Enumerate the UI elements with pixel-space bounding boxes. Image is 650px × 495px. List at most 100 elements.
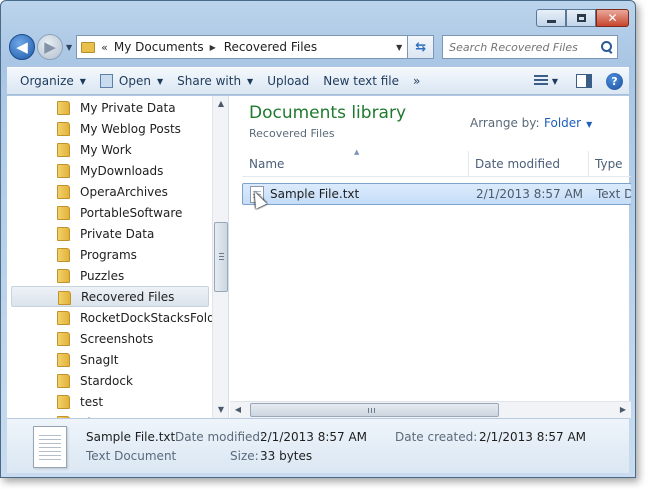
library-subtitle: Recovered Files	[249, 127, 335, 140]
tree-item-label: MyDownloads	[80, 163, 164, 178]
tree-item[interactable]: MyDownloads	[11, 160, 209, 181]
tree-item[interactable]: Stardock	[11, 370, 209, 391]
folder-icon	[57, 248, 70, 262]
close-button[interactable]: ✕	[596, 9, 629, 27]
open-button[interactable]: Open ▼	[93, 70, 170, 92]
maximize-button[interactable]	[566, 9, 596, 27]
change-view-dropdown[interactable]: ▼	[552, 77, 558, 86]
close-icon: ✕	[607, 11, 618, 25]
tree-item-label: PortableSoftware	[80, 205, 183, 220]
search-input[interactable]	[449, 40, 602, 54]
new-text-file-button[interactable]: New text file	[316, 70, 406, 92]
column-headers: ▲ Name Date modified Type	[242, 148, 631, 177]
tree-item[interactable]: Screenshots	[11, 328, 209, 349]
tree-item-label: Programs	[80, 247, 137, 262]
arrow-left-icon: ◀	[16, 38, 28, 56]
search-box[interactable]	[442, 35, 619, 59]
tree-item[interactable]: OperaArchives	[11, 181, 209, 202]
details-size-label: Size:	[230, 449, 259, 463]
text-file-large-icon	[33, 426, 67, 468]
explorer-window: ✕ ◀ ▶ ▼ « My Documents ▶ Recovered Files…	[0, 0, 636, 478]
tree-item[interactable]: Private Data	[11, 223, 209, 244]
scroll-down-icon[interactable]: ▼	[213, 402, 228, 418]
minimize-button[interactable]	[536, 9, 566, 27]
chevron-down-icon: ▼	[247, 76, 254, 86]
views-icon[interactable]	[533, 75, 548, 87]
tree-item-label: Puzzles	[80, 268, 125, 283]
details-file-name: Sample File.txt	[86, 430, 176, 444]
tree-item[interactable]: My Private Data	[11, 97, 209, 118]
refresh-button[interactable]: ⇆	[408, 35, 435, 59]
preview-pane-icon[interactable]	[576, 74, 592, 88]
details-date-created: 2/1/2013 8:57 AM	[479, 430, 587, 444]
tree-item-label: Stardock	[80, 373, 133, 388]
nav-vertical-scrollbar[interactable]: ▲ ▼	[212, 96, 228, 418]
more-commands-button[interactable]: »	[406, 70, 427, 92]
file-horizontal-scrollbar[interactable]: ◀ ▶	[230, 401, 631, 418]
details-file-type: Text Document	[86, 449, 177, 463]
open-label: Open	[118, 74, 151, 88]
tree-item[interactable]: PortableSoftware	[11, 202, 209, 223]
tree-item[interactable]: My Work	[11, 139, 209, 160]
folder-icon	[57, 101, 70, 115]
column-header-type[interactable]: Type	[595, 157, 623, 171]
back-button[interactable]: ◀	[9, 34, 35, 60]
scroll-left-icon[interactable]: ◀	[230, 402, 246, 418]
file-list-pane: Documents library Recovered Files Arrang…	[230, 96, 631, 418]
forward-button[interactable]: ▶	[37, 34, 63, 60]
tree-item[interactable]: Recovered Files	[11, 286, 209, 307]
chevron-down-icon: ▼	[586, 120, 593, 129]
recent-pages-dropdown[interactable]: ▼	[66, 43, 72, 52]
tree-item[interactable]: test	[11, 391, 209, 412]
column-header-date-modified[interactable]: Date modified	[475, 157, 560, 171]
file-row[interactable]: Sample File.txt 2/1/2013 8:57 AM Text Do…	[242, 183, 631, 209]
arrow-right-icon: ▶	[44, 38, 56, 56]
library-title: Documents library	[249, 103, 407, 123]
address-bar[interactable]: « My Documents ▶ Recovered Files ▼	[76, 35, 409, 59]
tree-item-label: Recovered Files	[81, 289, 175, 304]
tree-item[interactable]: Puzzles	[11, 265, 209, 286]
tree-item[interactable]: SnagIt	[11, 349, 209, 370]
address-overflow-chevron[interactable]: «	[101, 41, 108, 54]
scroll-right-icon[interactable]: ▶	[615, 402, 631, 418]
tree-item[interactable]: RocketDockStacksFolders	[11, 307, 228, 328]
sort-ascending-icon: ▲	[354, 148, 360, 156]
double-chevron-right-icon: »	[413, 74, 421, 88]
help-icon[interactable]: ?	[606, 72, 623, 90]
tree-item-label: SnagIt	[80, 352, 119, 367]
new-text-file-label: New text file	[323, 74, 400, 88]
share-with-button[interactable]: Share with ▼	[170, 70, 260, 92]
breadcrumb-recovered-files[interactable]: Recovered Files	[224, 40, 317, 54]
address-history-dropdown[interactable]: ▼	[391, 43, 407, 52]
details-pane: Sample File.txt Text Document Date modif…	[7, 418, 629, 473]
document-icon	[99, 74, 113, 88]
scroll-up-icon[interactable]: ▲	[213, 96, 228, 112]
tree-item-label: Screenshots	[80, 331, 154, 346]
scroll-thumb[interactable]	[214, 222, 228, 292]
tree-item-label: OperaArchives	[80, 184, 168, 199]
folder-icon	[57, 353, 70, 367]
folder-icon	[57, 374, 70, 388]
upload-button[interactable]: Upload	[260, 70, 316, 92]
tree-item-label: test	[80, 394, 104, 409]
arrange-by-dropdown[interactable]: Folder ▼	[544, 116, 592, 130]
column-header-name[interactable]: Name	[249, 157, 284, 171]
scroll-thumb[interactable]	[250, 403, 499, 417]
tree-item-label: Private Data	[80, 226, 155, 241]
content-area: My Private Data My Weblog Posts My Work MyD…	[7, 96, 631, 418]
details-date-created-label: Date created:	[395, 430, 478, 444]
organize-button[interactable]: Organize ▼	[13, 70, 93, 92]
breadcrumb-my-documents[interactable]: My Documents	[114, 40, 204, 54]
view-controls: ▼ ?	[533, 72, 629, 90]
folder-icon	[57, 206, 70, 220]
breadcrumb-separator-icon[interactable]: ▶	[210, 43, 216, 52]
file-date-modified: 2/1/2013 8:57 AM	[476, 187, 584, 201]
folder-icon	[57, 395, 70, 409]
folder-icon	[57, 311, 70, 325]
folder-icon	[57, 185, 70, 199]
share-with-label: Share with	[177, 74, 242, 88]
search-icon[interactable]	[601, 41, 613, 53]
tree-item-label: My Private Data	[80, 100, 176, 115]
tree-item[interactable]: Programs	[11, 244, 209, 265]
tree-item[interactable]: My Weblog Posts	[11, 118, 209, 139]
